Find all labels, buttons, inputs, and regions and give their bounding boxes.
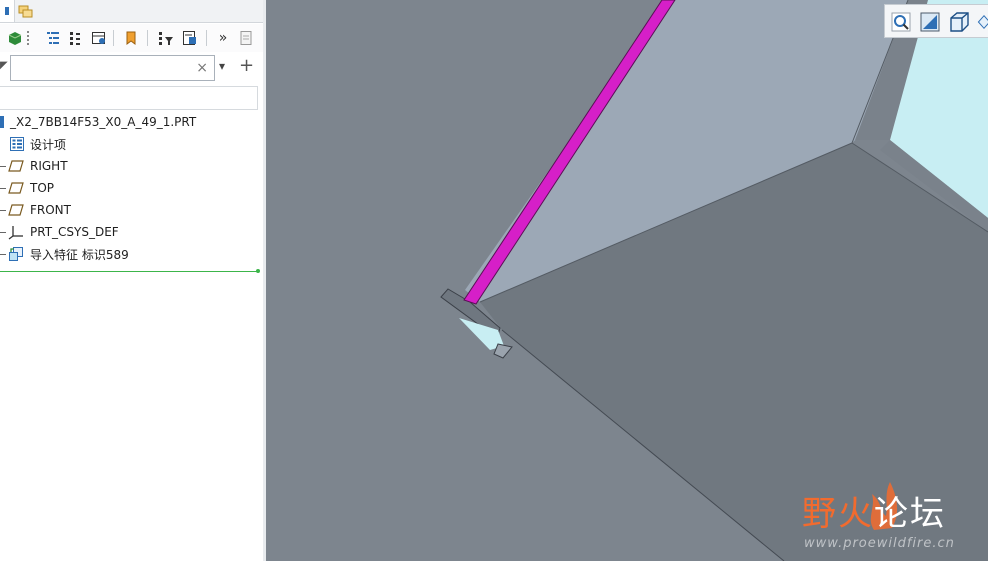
display-part-button[interactable] (4, 27, 26, 49)
datum-plane-icon (8, 182, 24, 194)
tree-item-label: FRONT (30, 203, 71, 217)
coordinate-system-icon (8, 226, 23, 240)
tree-connector (0, 165, 6, 167)
search-row: ◤ × ▾ + (0, 54, 263, 84)
toolbar-separator (113, 30, 114, 46)
datum-plane-icon (8, 204, 24, 216)
tree-root[interactable]: _X2_7BB14F53_X0_A_49_1.PRT (0, 111, 196, 133)
saved-views-icon (977, 14, 988, 30)
part-icon (0, 116, 4, 128)
graphics-toolbar (884, 4, 988, 38)
saved-views-button[interactable] (977, 10, 988, 34)
layer-view-button[interactable] (88, 27, 110, 49)
settings-icon (183, 31, 196, 45)
tree-item-label: PRT_CSYS_DEF (30, 225, 119, 239)
design-items-icon (10, 137, 24, 151)
clear-search-icon[interactable]: × (196, 59, 208, 77)
search-dropdown-icon[interactable]: ▾ (219, 59, 225, 73)
tree-root-label: _X2_7BB14F53_X0_A_49_1.PRT (10, 115, 197, 129)
repaint-icon (920, 12, 940, 32)
tree-columns-button[interactable] (42, 27, 64, 49)
tree-item-label: 导入特征 标识589 (30, 247, 129, 262)
add-filter-icon[interactable]: + (239, 55, 254, 76)
display-part-icon (8, 32, 22, 45)
datum-plane-icon (8, 160, 24, 172)
tree-tab-icon (5, 7, 9, 15)
watermark-rest: 论坛 (874, 494, 946, 534)
watermark-url: www.proewildfire.cn (804, 536, 955, 551)
toolbar-grip (27, 31, 31, 45)
cube-view-icon (950, 12, 969, 32)
import-feature-icon (9, 247, 23, 261)
highlight-icon (126, 31, 136, 45)
highlight-button[interactable] (120, 27, 142, 49)
tree-item[interactable]: FRONT (0, 199, 71, 221)
zoom-icon (891, 12, 911, 32)
insert-here-marker[interactable] (0, 271, 258, 272)
model-render (266, 0, 988, 561)
toolbar-separator (206, 30, 207, 46)
tree-item-label: RIGHT (30, 159, 68, 173)
tree-item[interactable]: TOP (0, 177, 54, 199)
tree-item-label: 设计项 (30, 137, 67, 152)
tree-item-label: TOP (30, 181, 55, 195)
tree-connector (0, 253, 6, 255)
notes-icon (240, 31, 252, 45)
tree-item[interactable]: RIGHT (0, 155, 68, 177)
tree-filter-icon (159, 32, 173, 45)
watermark-accent: 野火 (802, 494, 874, 534)
forum-watermark: 野火论坛 www.proewildfire.cn (800, 478, 988, 558)
tree-connector (0, 231, 6, 233)
toolbar-separator (147, 30, 148, 46)
layer-view-icon (92, 32, 105, 44)
tree-item[interactable]: 导入特征 标识589 (0, 243, 129, 265)
tree-column-header (0, 86, 258, 110)
notes-button[interactable] (235, 27, 257, 49)
filter-funnel-icon: ◤ (0, 60, 8, 71)
tree-item[interactable]: PRT_CSYS_DEF (0, 221, 119, 243)
tree-connector (0, 187, 6, 189)
tree-columns-icon (47, 32, 59, 44)
repaint-button[interactable] (918, 10, 942, 34)
tree-connector (0, 209, 6, 211)
more-icon: » (218, 30, 228, 46)
zoom-button[interactable] (889, 10, 913, 34)
show-tree-icon (70, 32, 80, 45)
show-tree-button[interactable] (64, 27, 86, 49)
insert-here-handle[interactable] (256, 269, 260, 273)
panel-tab-bar (0, 0, 263, 23)
tree-item[interactable]: 设计项 (0, 133, 66, 155)
watermark-title: 野火论坛 (802, 486, 946, 535)
more-button[interactable]: » (212, 27, 234, 49)
folder-icon (18, 5, 33, 18)
settings-button[interactable] (179, 27, 201, 49)
tab-model-tree[interactable] (0, 0, 15, 22)
tab-folder-browser[interactable] (16, 0, 36, 22)
search-input[interactable] (15, 59, 194, 79)
graphics-viewport[interactable] (266, 0, 988, 561)
search-box: × (10, 55, 215, 81)
model-tree-toolbar: » (0, 24, 263, 52)
tree-filter-button[interactable] (155, 27, 177, 49)
model-tree-panel: » ◤ × ▾ + _X2_7BB14F53_X0_A_49_1.PRT 设计项… (0, 0, 264, 561)
view-orientation-button[interactable] (947, 10, 971, 34)
